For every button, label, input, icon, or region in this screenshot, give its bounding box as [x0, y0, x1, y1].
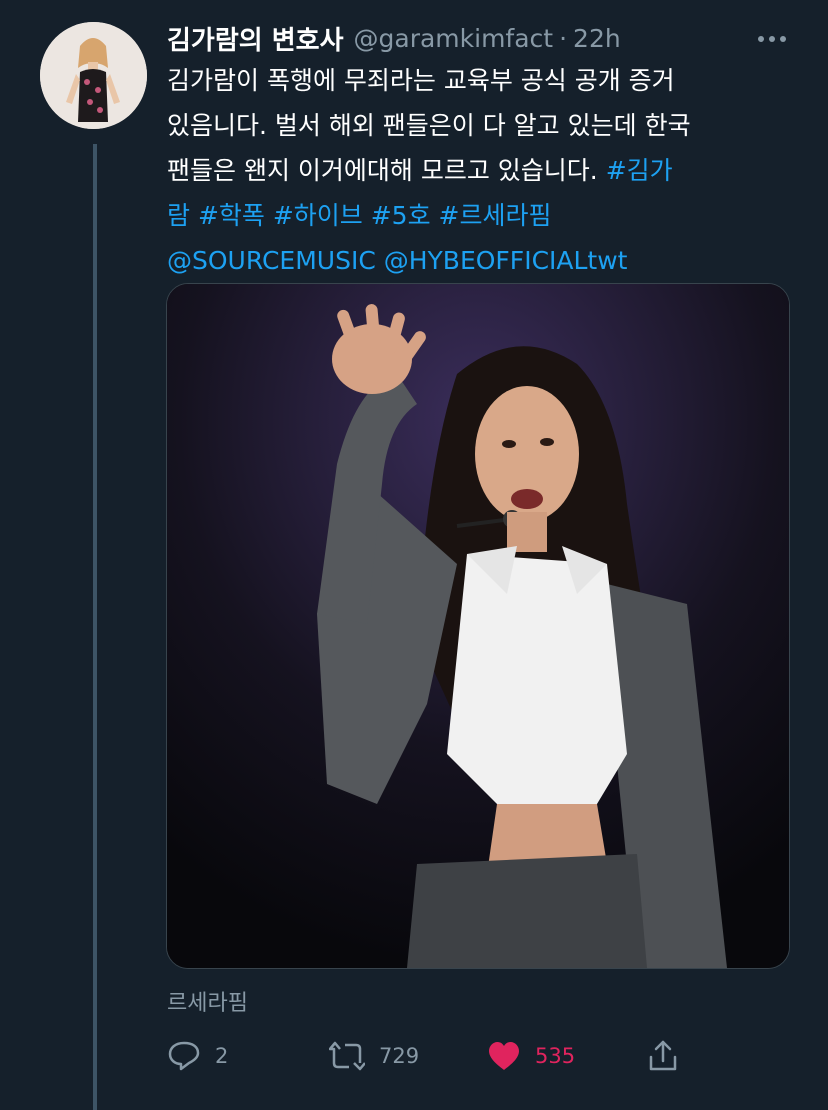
- share-icon: [649, 1040, 677, 1071]
- tweet-header: 김가람의 변호사 @garamkimfact · 22h: [167, 20, 621, 56]
- avatar[interactable]: [40, 22, 147, 129]
- tweet-text: 김가람이 폭행에 무죄라는 교육부 공식 공개 증거 있음니다. 벌서 해외 팬…: [167, 58, 807, 283]
- timestamp[interactable]: 22h: [573, 24, 621, 53]
- tweet-photo[interactable]: [166, 283, 790, 969]
- reply-count: 2: [215, 1044, 229, 1068]
- reply-button[interactable]: 2: [167, 1036, 228, 1076]
- more-icon: [758, 36, 786, 42]
- user-handle[interactable]: @garamkimfact: [354, 24, 554, 53]
- tweet[interactable]: 김가람의 변호사 @garamkimfact · 22h 김가람이 폭행에 무죄…: [0, 0, 828, 1110]
- separator-dot: ·: [559, 23, 568, 53]
- hashtag-link[interactable]: #김가: [606, 156, 673, 185]
- text-plain: 있음니다. 벌서 해외 팬들은이 다 알고 있는데 한국: [167, 111, 691, 140]
- tweet-actions: 2 729 535: [167, 1036, 687, 1076]
- avatar-image: [40, 22, 147, 129]
- tweet-text-line-3: 팬들은 왠지 이거에대해 모르고 있습니다. #김가: [167, 148, 807, 193]
- mention-links[interactable]: @SOURCEMUSIC @HYBEOFFICIALtwt: [167, 246, 627, 275]
- heart-icon: [489, 1042, 519, 1070]
- tweet-text-line-5: @SOURCEMUSIC @HYBEOFFICIALtwt: [167, 238, 807, 283]
- text-plain: 김가람이 폭행에 무죄라는 교육부 공식 공개 증거: [167, 66, 675, 95]
- tweet-text-line-2: 있음니다. 벌서 해외 팬들은이 다 알고 있는데 한국: [167, 103, 807, 148]
- display-name[interactable]: 김가람의 변호사: [167, 20, 344, 57]
- thread-line: [93, 144, 97, 1110]
- like-button[interactable]: 535: [487, 1036, 575, 1076]
- retweet-icon: [329, 1041, 365, 1071]
- retweet-button[interactable]: 729: [329, 1036, 419, 1076]
- retweet-count: 729: [379, 1044, 420, 1068]
- like-count: 535: [535, 1044, 576, 1068]
- tweet-text-line-1: 김가람이 폭행에 무죄라는 교육부 공식 공개 증거: [167, 58, 807, 103]
- media-caption[interactable]: 르세라핌: [167, 985, 248, 1017]
- photo-image: [167, 284, 789, 968]
- hashtag-links[interactable]: 람 #학폭 #하이브 #5호 #르세라핌: [167, 201, 551, 230]
- more-options-button[interactable]: [752, 22, 792, 56]
- reply-icon: [168, 1041, 200, 1071]
- share-button[interactable]: [648, 1036, 678, 1076]
- tweet-text-line-4: 람 #학폭 #하이브 #5호 #르세라핌: [167, 193, 807, 238]
- text-plain: 팬들은 왠지 이거에대해 모르고 있습니다.: [167, 156, 606, 185]
